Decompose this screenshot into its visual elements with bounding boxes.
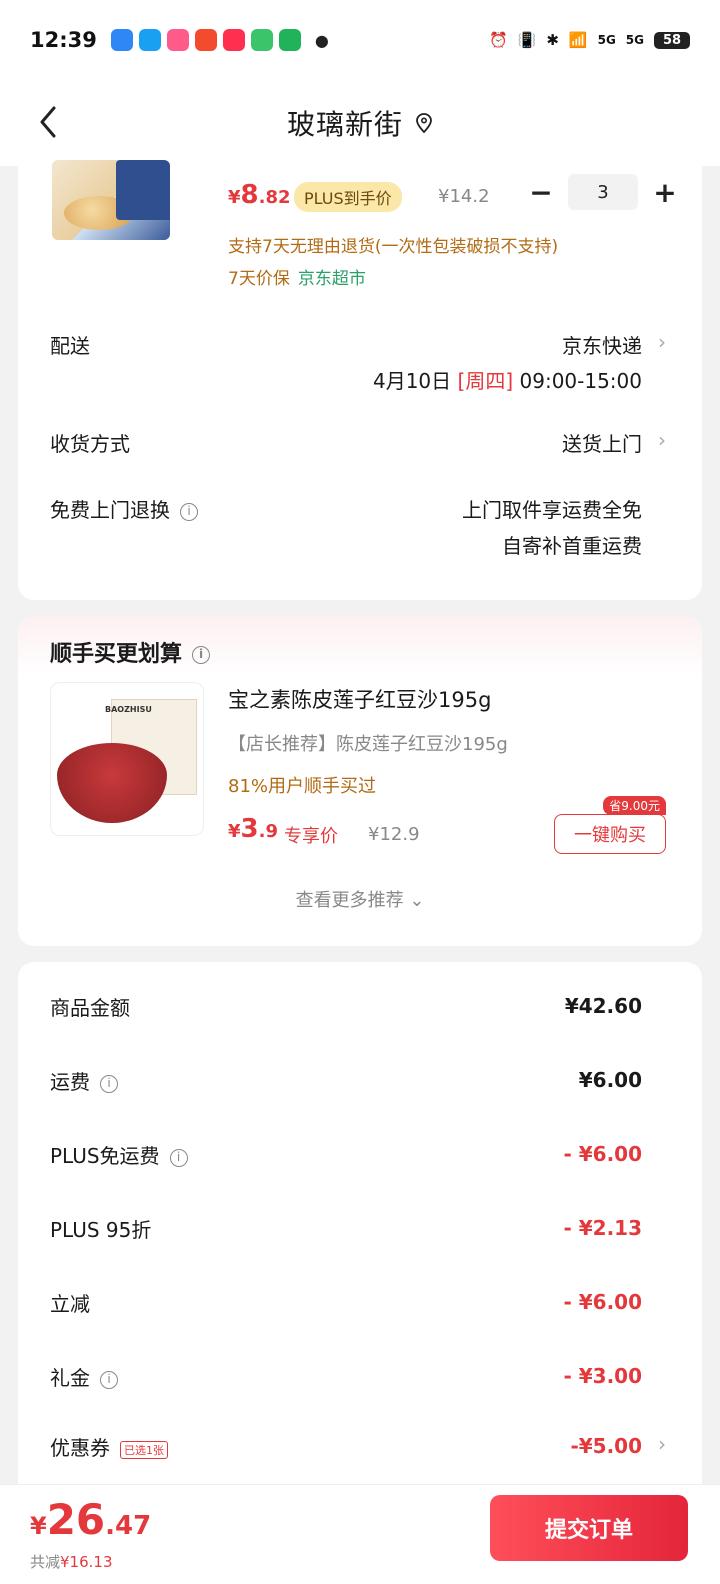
app-notification-icon xyxy=(194,29,217,51)
battery-icon: 58 xyxy=(654,31,690,49)
price-summary-card: 商品金额 ¥42.60 运费 i ¥6.00 PLUS免运费 i - ¥6.00 P… xyxy=(18,962,702,1502)
receive-method-label: 收货方式 xyxy=(50,432,130,456)
receive-method-value[interactable]: 送货上门 xyxy=(562,428,642,457)
red-bean-soup-image xyxy=(57,743,167,823)
quantity-input[interactable]: 3 xyxy=(568,174,638,210)
chevron-down-icon: ⌄ xyxy=(409,890,425,911)
checkout-bar: ¥26.47 共减¥16.13 提交订单 xyxy=(0,1484,720,1584)
recommended-original-price: ¥12.9 xyxy=(368,824,420,845)
chevron-right-icon[interactable]: › xyxy=(658,330,666,354)
order-item-card: ¥8.82 PLUS到手价 ¥14.2 − 3 + 支持7天无理由退货(一次性包… xyxy=(18,160,702,600)
bluetooth-icon: ✱ xyxy=(546,31,559,49)
price-protection-label: 7天价保 xyxy=(228,269,290,289)
status-time: 12:39 xyxy=(30,28,97,52)
delivery-date[interactable]: 4月10日 [周四] 09:00-15:00 xyxy=(373,365,642,394)
quantity-stepper: − 3 + xyxy=(524,174,682,210)
wifi-icon: 📶 xyxy=(568,31,588,49)
original-price: ¥14.2 xyxy=(438,186,490,207)
app-notification-icon xyxy=(138,29,161,51)
recommended-product-image[interactable]: BAOZHISU xyxy=(50,682,204,836)
save-badge: 省9.00元 xyxy=(603,796,666,815)
free-return-value-1: 上门取件享运费全免 xyxy=(462,498,642,522)
total-price: ¥26.47 xyxy=(30,1495,152,1544)
location-pin-icon[interactable] xyxy=(415,112,433,134)
app-notification-icon xyxy=(222,29,245,51)
summary-value: - ¥2.13 xyxy=(563,1216,642,1240)
notification-icons: ● xyxy=(110,29,329,51)
view-more-recommendations[interactable]: 查看更多推荐 ⌄ xyxy=(18,886,702,912)
chevron-right-icon[interactable]: › xyxy=(658,428,666,452)
decrease-quantity-button[interactable]: − xyxy=(524,175,558,209)
signal-icon: 5G xyxy=(597,33,616,47)
summary-value: - ¥3.00 xyxy=(563,1364,642,1388)
app-notification-icon xyxy=(110,29,133,51)
summary-value: ¥42.60 xyxy=(564,994,642,1018)
chevron-right-icon[interactable]: › xyxy=(658,1432,666,1456)
free-return-label: 免费上门退换 i xyxy=(50,494,198,523)
product-price: ¥8.82 xyxy=(228,180,291,210)
one-click-buy-group: 一键购买 省9.00元 xyxy=(554,796,666,854)
recommended-price: ¥3.9 xyxy=(228,814,278,844)
more-notifications-icon: ● xyxy=(314,30,329,50)
submit-order-button[interactable]: 提交订单 xyxy=(490,1495,688,1561)
store-name: 京东超市 xyxy=(297,269,366,289)
alarm-icon: ⏰ xyxy=(488,31,508,49)
delivery-method[interactable]: 京东快递 xyxy=(562,330,642,359)
coupon-value[interactable]: -¥5.00 xyxy=(570,1434,642,1458)
info-icon[interactable]: i xyxy=(192,646,211,664)
plus-price-badge: PLUS到手价 xyxy=(294,182,402,212)
delivery-label: 配送 xyxy=(50,334,90,358)
info-icon[interactable]: i xyxy=(100,1370,118,1389)
thumb-brand-text: BAOZHISU xyxy=(105,705,152,714)
price-protection-line: 7天价保 京东超市 xyxy=(228,264,366,289)
message-notification-icon xyxy=(250,29,273,51)
exclusive-price-label: 专享价 xyxy=(284,826,338,847)
info-icon[interactable]: i xyxy=(180,502,198,521)
one-click-buy-button[interactable]: 一键购买 xyxy=(554,814,666,854)
cookie-tin-image xyxy=(116,160,170,220)
summary-label: 运费 i xyxy=(50,1066,118,1095)
app-notification-icon xyxy=(278,29,301,51)
summary-label: 礼金 i xyxy=(50,1362,118,1391)
signal-icon: 5G xyxy=(625,33,644,47)
back-button[interactable] xyxy=(30,102,70,142)
coupon-selected-badge: 已选1张 xyxy=(120,1440,168,1459)
summary-value: - ¥6.00 xyxy=(563,1290,642,1314)
summary-label: 商品金额 xyxy=(50,996,130,1020)
page-title: 玻璃新街 xyxy=(286,108,403,141)
summary-label: PLUS免运费 i xyxy=(50,1140,188,1169)
product-image[interactable] xyxy=(52,160,170,240)
return-policy-note: 支持7天无理由退货(一次性包装破损不支持) xyxy=(228,237,559,257)
coupon-label[interactable]: 优惠券 已选1张 xyxy=(50,1432,168,1461)
summary-label: PLUS 95折 xyxy=(50,1218,152,1242)
info-icon[interactable]: i xyxy=(100,1074,118,1093)
info-icon[interactable]: i xyxy=(169,1148,188,1167)
increase-quantity-button[interactable]: + xyxy=(648,175,682,209)
summary-label: 立减 xyxy=(50,1292,90,1316)
recommended-product-desc: 【店长推荐】陈皮莲子红豆沙195g xyxy=(228,734,508,755)
app-notification-icon xyxy=(166,29,189,51)
summary-value: - ¥6.00 xyxy=(563,1142,642,1166)
recommendation-title: 顺手买更划算 i xyxy=(50,636,211,668)
total-savings: 共减¥16.13 xyxy=(30,1553,113,1571)
recommended-product-stat: 81%用户顺手买过 xyxy=(228,776,377,797)
free-return-value-2: 自寄补首重运费 xyxy=(502,534,642,558)
recommendation-card: 顺手买更划算 i BAOZHISU 宝之素陈皮莲子红豆沙195g 【店长推荐】陈皮… xyxy=(18,616,702,946)
page-header: 玻璃新街 xyxy=(0,80,720,166)
summary-value: ¥6.00 xyxy=(578,1068,642,1092)
recommended-product-name[interactable]: 宝之素陈皮莲子红豆沙195g xyxy=(228,684,491,714)
vibrate-icon: 📳 xyxy=(517,31,537,49)
status-bar: 12:39 ● ⏰ 📳 ✱ 📶 5G 5G 58 xyxy=(0,0,720,80)
system-status: ⏰ 📳 ✱ 📶 5G 5G 58 xyxy=(489,31,690,49)
